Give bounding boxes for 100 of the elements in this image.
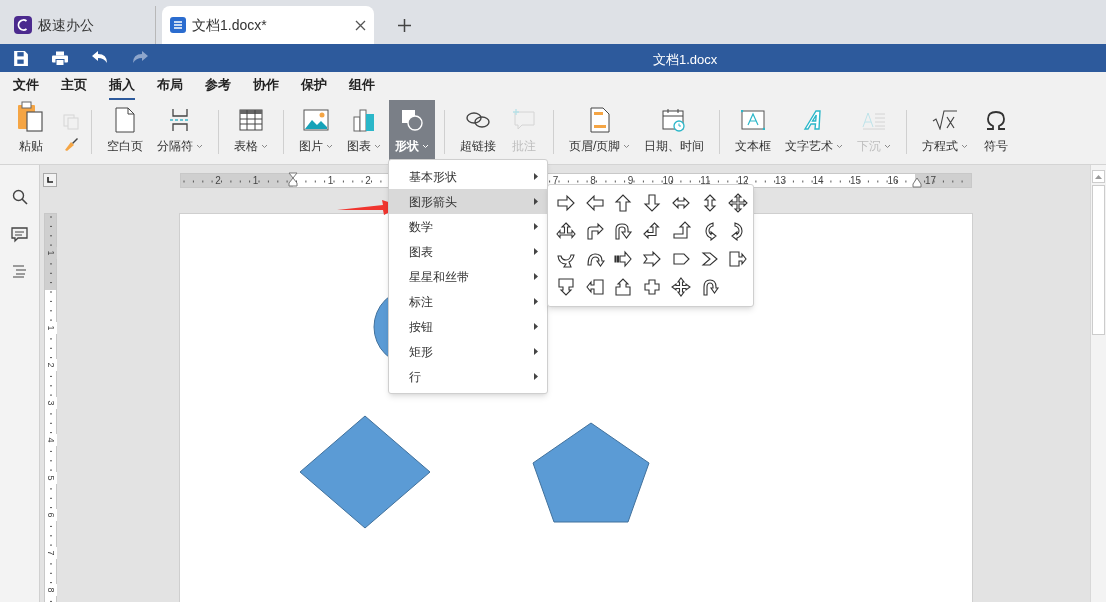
menu-tab[interactable]: 文件 — [13, 72, 39, 100]
ruler-number: 8 — [45, 584, 57, 596]
table-icon — [239, 108, 263, 131]
toolbar-button[interactable]: 超链接 — [454, 100, 502, 164]
toolbar-button[interactable]: 文字艺术 — [779, 100, 850, 164]
paste-icon — [16, 101, 46, 133]
tab-stop-icon[interactable] — [47, 177, 53, 183]
arrow-shape-icon[interactable] — [556, 221, 576, 241]
toolbar-button[interactable]: 表格 — [228, 100, 274, 164]
submenu-caret-icon — [534, 198, 538, 205]
comment-icon — [512, 108, 536, 131]
close-icon[interactable] — [355, 19, 366, 31]
header-footer-icon — [589, 106, 610, 133]
submenu-caret-icon — [534, 373, 538, 380]
submenu-caret-icon — [534, 223, 538, 230]
menu-tab[interactable]: 保护 — [301, 72, 327, 100]
scroll-up-button[interactable] — [1092, 170, 1105, 183]
arrow-shape-icon[interactable] — [613, 277, 634, 297]
ruler-number: 15 — [848, 174, 863, 187]
search-icon[interactable] — [11, 189, 28, 205]
submenu-caret-icon — [534, 348, 538, 355]
arrow-shape-icon[interactable] — [556, 193, 576, 213]
ruler-number: 3 — [45, 396, 57, 409]
caret-icon — [961, 143, 969, 149]
ruler-number: 6 — [45, 509, 57, 521]
ruler-number: 8 — [589, 174, 597, 187]
document-icon — [170, 17, 186, 33]
submenu-caret-icon — [534, 323, 538, 330]
ruler-number: 11 — [699, 174, 712, 187]
menu-item[interactable]: 数学 — [389, 214, 547, 239]
arrow-shape-icon[interactable] — [556, 277, 576, 297]
menu-item[interactable]: 标注 — [389, 289, 547, 314]
shapes-icon — [400, 107, 424, 132]
menu-tab[interactable]: 协作 — [253, 72, 279, 100]
omega-icon — [985, 108, 1008, 131]
submenu-caret-icon — [534, 298, 538, 305]
menu-item[interactable]: 图表 — [389, 239, 547, 264]
menu-item[interactable]: 星星和丝带 — [389, 264, 547, 289]
diamond-shape[interactable] — [299, 415, 431, 529]
arrow-shape-icon[interactable] — [642, 221, 663, 241]
menu-tab[interactable]: 组件 — [349, 72, 375, 100]
toolbar-button[interactable]: 符号 — [976, 100, 1017, 164]
calendar-clock-icon — [662, 107, 687, 132]
indent-marker-icon[interactable] — [288, 172, 298, 187]
ruler-number: 10 — [661, 174, 675, 187]
arrow-shape-icon[interactable] — [642, 249, 663, 269]
tab[interactable]: 文档1.docx* — [162, 6, 374, 44]
bar-chart-icon — [352, 107, 376, 132]
ruler-number: 1 — [251, 174, 260, 187]
ruler-number: 12 — [736, 174, 750, 187]
text-box-icon — [741, 109, 766, 130]
toolbar-button[interactable]: 页眉/页脚 — [563, 100, 637, 164]
toolbar-button[interactable]: 日期、时间 — [638, 100, 711, 164]
arrow-shape-icon[interactable] — [584, 277, 605, 297]
arrow-shape-icon[interactable] — [728, 249, 749, 269]
print-icon[interactable] — [51, 49, 69, 67]
arrow-shape-icon[interactable] — [670, 277, 691, 297]
link-icon — [465, 109, 491, 130]
menu-item[interactable]: 图形箭头 — [389, 189, 547, 214]
menu-tab[interactable]: 布局 — [157, 72, 183, 100]
pentagon-shape[interactable] — [532, 422, 650, 523]
menu-item[interactable]: 行 — [389, 364, 547, 389]
document-title: 文档1.docx — [653, 51, 718, 69]
ruler-number: 2 — [364, 174, 372, 187]
arrow-shape-icon[interactable] — [584, 193, 605, 213]
arrow-shape-icon[interactable] — [728, 193, 749, 213]
caret-icon — [326, 143, 333, 149]
submenu-caret-icon — [534, 248, 538, 255]
toolbar-button[interactable]: 图表 — [341, 100, 387, 164]
toolbar-button[interactable]: 方程式 — [916, 100, 975, 164]
comment-icon[interactable] — [11, 227, 28, 243]
blank-page-icon — [115, 106, 135, 133]
picture-icon — [303, 108, 329, 131]
indent-marker-icon[interactable] — [912, 175, 922, 188]
arrow-shape-icon[interactable] — [642, 277, 663, 297]
arrow-shape-icon[interactable] — [613, 221, 634, 241]
toolbar-button[interactable]: 空白页 — [101, 100, 149, 164]
toolbar-button[interactable]: 分隔符 — [151, 100, 209, 164]
new-tab-icon[interactable] — [398, 19, 411, 32]
toolbar-button[interactable]: 图片 — [293, 100, 339, 164]
toolbar-button[interactable]: 文本框 — [729, 100, 778, 164]
toolbar-button[interactable]: 粘贴 — [10, 100, 52, 164]
ruler-number: 2 — [45, 359, 57, 371]
ruler-number: 9 — [626, 174, 635, 187]
caret-icon — [196, 143, 203, 149]
submenu-caret-icon — [534, 273, 538, 280]
arrow-shape-icon[interactable] — [613, 249, 634, 269]
arrow-shape-icon[interactable] — [613, 193, 634, 213]
arrow-shape-icon[interactable] — [699, 249, 720, 269]
arrow-shape-icon[interactable] — [642, 193, 663, 213]
arrow-shape-icon[interactable] — [670, 221, 691, 241]
menu-tab[interactable]: 主页 — [61, 72, 87, 100]
save-icon[interactable] — [12, 49, 29, 67]
menu-item[interactable]: 矩形 — [389, 339, 547, 364]
menu-tab[interactable]: 参考 — [205, 72, 231, 100]
arrow-shape-icon[interactable] — [584, 221, 605, 241]
ruler-number: 13 — [773, 174, 788, 187]
scrollbar-thumb[interactable] — [1092, 185, 1105, 335]
menu-item[interactable]: 按钮 — [389, 314, 547, 339]
vertical-ruler[interactable]: 1 1 2 3 4 5 6 7 8 — [44, 213, 57, 602]
